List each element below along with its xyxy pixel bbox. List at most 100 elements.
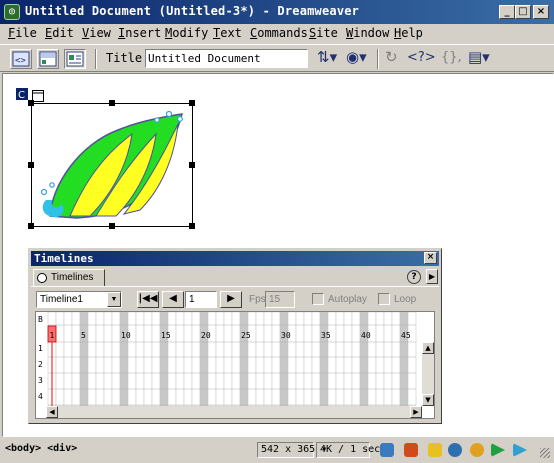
frame-column[interactable] — [223, 312, 233, 407]
frame-column[interactable] — [359, 312, 369, 407]
frame-column[interactable] — [343, 312, 353, 407]
history-icon[interactable] — [491, 443, 505, 457]
frame-column[interactable] — [335, 312, 345, 407]
back-button[interactable]: ◀ — [162, 291, 184, 308]
panel-menu-button[interactable]: ▶ — [426, 269, 438, 284]
window-titlebar[interactable]: ◎ Untitled Document (Untitled-3*) - Drea… — [0, 0, 554, 24]
frame-column[interactable] — [383, 312, 393, 407]
resize-handle-sw[interactable] — [28, 223, 34, 229]
frame-column[interactable] — [287, 312, 297, 407]
window-size-field[interactable]: 542 x 365 ▾ — [257, 442, 327, 458]
frame-column[interactable] — [87, 312, 97, 407]
timeline-grid[interactable]: B15101520253035404511234 ▲ ▼ ◀ ▶ — [35, 311, 435, 419]
reference-button[interactable]: <?> — [407, 50, 436, 65]
horizontal-scrollbar[interactable] — [46, 406, 422, 418]
maximize-button[interactable]: □ — [515, 5, 531, 19]
frame-column[interactable] — [191, 312, 201, 407]
preview-browser-button[interactable]: ◉▾ — [346, 48, 367, 66]
document-title-input[interactable] — [145, 49, 308, 68]
behaviors-icon[interactable] — [470, 443, 484, 457]
frame-number-input[interactable] — [185, 291, 217, 308]
help-button[interactable]: ? — [407, 270, 421, 284]
menu-file[interactable]: File — [8, 26, 37, 40]
rewind-button[interactable]: |◀◀ — [137, 291, 159, 308]
scroll-down-button[interactable]: ▼ — [422, 394, 434, 406]
resize-grip-icon[interactable] — [540, 448, 550, 458]
resize-handle-ne[interactable] — [189, 100, 195, 106]
menu-window[interactable]: Window — [346, 26, 389, 40]
view-options-button[interactable]: ▤▾ — [468, 48, 490, 66]
frame-column[interactable] — [151, 312, 161, 407]
frame-column[interactable] — [327, 312, 337, 407]
frame-column[interactable] — [239, 312, 249, 407]
frame-column[interactable] — [263, 312, 273, 407]
frame-column[interactable] — [175, 312, 185, 407]
frame-column[interactable] — [247, 312, 257, 407]
play-forward-button[interactable]: ▶ — [220, 291, 242, 308]
file-management-button[interactable]: ⇅▾ — [317, 48, 337, 66]
frame-column[interactable] — [119, 312, 129, 407]
refresh-button[interactable]: ↻ — [385, 48, 398, 66]
dreamweaver-app-icon[interactable]: ◎ — [4, 4, 20, 20]
code-view-button[interactable]: <> — [10, 49, 32, 69]
menu-text[interactable]: Text — [213, 26, 242, 40]
design-view-button[interactable] — [64, 49, 86, 69]
timelines-close-button[interactable]: × — [424, 252, 437, 264]
fps-input[interactable] — [265, 291, 295, 308]
frame-column[interactable] — [79, 312, 89, 407]
menu-commands[interactable]: Commands — [250, 26, 308, 40]
frame-column[interactable] — [111, 312, 121, 407]
timeline-select[interactable]: Timeline1 ▼ — [36, 291, 122, 308]
css-styles-icon[interactable] — [448, 443, 462, 457]
frame-column[interactable] — [63, 312, 73, 407]
frame-column[interactable] — [295, 312, 305, 407]
frame-column[interactable] — [255, 312, 265, 407]
loop-checkbox[interactable] — [378, 293, 390, 305]
frame-column[interactable] — [231, 312, 241, 407]
close-button[interactable]: × — [533, 5, 549, 19]
frame-column[interactable] — [207, 312, 217, 407]
resize-handle-se[interactable] — [189, 223, 195, 229]
timeline-frames[interactable]: B15101520253035404511234 — [36, 312, 434, 418]
code-navigation-button[interactable]: {}, — [441, 50, 462, 65]
frame-column[interactable] — [279, 312, 289, 407]
frame-column[interactable] — [167, 312, 177, 407]
frame-column[interactable] — [367, 312, 377, 407]
menu-modify[interactable]: Modify — [165, 26, 208, 40]
frame-column[interactable] — [199, 312, 209, 407]
frame-column[interactable] — [271, 312, 281, 407]
scroll-left-button[interactable]: ◀ — [46, 406, 58, 418]
code-inspector-icon[interactable] — [513, 443, 527, 457]
menu-help[interactable]: Help — [394, 26, 423, 40]
menu-insert[interactable]: Insert — [118, 26, 161, 40]
frame-column[interactable] — [303, 312, 313, 407]
frame-column[interactable] — [183, 312, 193, 407]
frame-column[interactable] — [135, 312, 145, 407]
scroll-right-button[interactable]: ▶ — [410, 406, 422, 418]
frame-column[interactable] — [103, 312, 113, 407]
menu-view[interactable]: View — [82, 26, 111, 40]
html-styles-icon[interactable] — [428, 443, 442, 457]
frame-column[interactable] — [407, 312, 417, 407]
code-design-view-button[interactable] — [37, 49, 59, 69]
frame-column[interactable] — [143, 312, 153, 407]
site-icon[interactable] — [380, 443, 394, 457]
autoplay-checkbox[interactable] — [312, 293, 324, 305]
timelines-tab[interactable]: Timelines — [33, 269, 105, 287]
resize-handle-nw[interactable] — [28, 100, 34, 106]
frame-column[interactable] — [391, 312, 401, 407]
frame-column[interactable] — [159, 312, 169, 407]
frame-column[interactable] — [55, 312, 65, 407]
resize-handle-e[interactable] — [189, 162, 195, 168]
menu-site[interactable]: Site — [309, 26, 338, 40]
resize-handle-w[interactable] — [28, 162, 34, 168]
assets-icon[interactable] — [404, 443, 418, 457]
frame-column[interactable] — [215, 312, 225, 407]
frame-column[interactable] — [375, 312, 385, 407]
frame-column[interactable] — [311, 312, 321, 407]
resize-handle-n[interactable] — [109, 100, 115, 106]
frame-column[interactable] — [127, 312, 137, 407]
frame-column[interactable] — [71, 312, 81, 407]
frame-column[interactable] — [95, 312, 105, 407]
frame-column[interactable] — [319, 312, 329, 407]
